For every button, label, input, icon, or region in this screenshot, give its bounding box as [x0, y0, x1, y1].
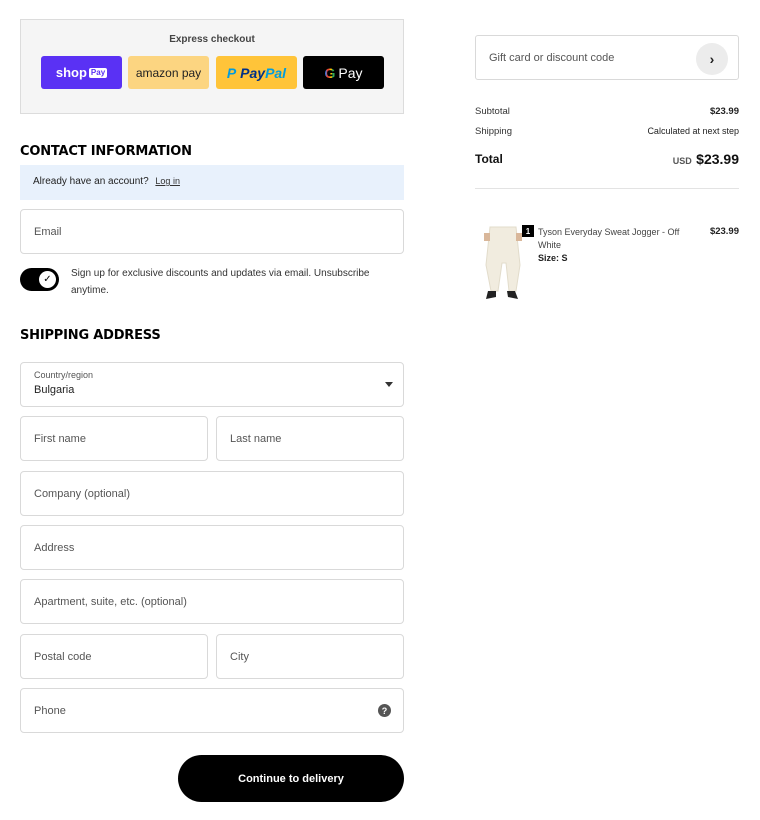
- shop-pay-word: shop: [55, 65, 87, 80]
- phone-field[interactable]: Phone ?: [20, 688, 404, 733]
- discount-code-field[interactable]: Gift card or discount code ›: [475, 35, 739, 80]
- apartment-field[interactable]: Apartment, suite, etc. (optional): [20, 579, 404, 624]
- continue-to-delivery-button[interactable]: Continue to delivery: [178, 755, 404, 802]
- amazon-pay-label: amazon pay: [135, 65, 202, 80]
- product-name: Tyson Everyday Sweat Jogger - Off White: [538, 227, 680, 250]
- first-name-field[interactable]: First name: [20, 416, 208, 461]
- email-placeholder: Email: [34, 225, 62, 238]
- quantity-badge: 1: [522, 225, 534, 237]
- product-thumbnail: [476, 225, 528, 305]
- postal-code-placeholder: Postal code: [34, 650, 92, 663]
- subtotal-label: Subtotal: [475, 106, 510, 117]
- subtotal-value: $23.99: [709, 106, 739, 117]
- chevron-down-icon: [385, 382, 393, 387]
- paypal-logo-icon: P: [226, 64, 237, 81]
- discount-code-placeholder: Gift card or discount code: [489, 51, 615, 64]
- express-checkout-panel: Express checkout shop Pay amazon pay P P…: [20, 19, 404, 114]
- google-pay-button[interactable]: G Pay: [303, 56, 384, 89]
- shop-pay-button[interactable]: shop Pay: [41, 56, 122, 89]
- amazon-pay-button[interactable]: amazon pay: [128, 56, 209, 89]
- paypal-button[interactable]: P Pay Pal: [216, 56, 297, 89]
- help-icon[interactable]: ?: [378, 704, 391, 717]
- first-name-placeholder: First name: [34, 432, 86, 445]
- shop-pay-tag: Pay: [88, 67, 108, 78]
- paypal-label-pal: Pal: [265, 64, 287, 81]
- city-field[interactable]: City: [216, 634, 404, 679]
- total-amount: USD $23.99: [600, 151, 739, 169]
- account-prompt-bar: Already have an account? Log in: [20, 165, 404, 200]
- total-label: Total: [475, 152, 503, 166]
- postal-code-field[interactable]: Postal code: [20, 634, 208, 679]
- address-field[interactable]: Address: [20, 525, 404, 570]
- product-price: $23.99: [709, 226, 739, 237]
- google-g-icon: G: [324, 64, 336, 81]
- country-select[interactable]: Country/region Bulgaria: [20, 362, 404, 407]
- company-field[interactable]: Company (optional): [20, 471, 404, 516]
- city-placeholder: City: [230, 650, 249, 663]
- login-link[interactable]: Log in: [155, 176, 180, 186]
- company-placeholder: Company (optional): [34, 487, 130, 500]
- shipping-label: Shipping: [475, 126, 512, 137]
- last-name-field[interactable]: Last name: [216, 416, 404, 461]
- marketing-opt-in-toggle[interactable]: ✓: [20, 268, 59, 291]
- summary-divider: [475, 188, 739, 189]
- email-field[interactable]: Email: [20, 209, 404, 254]
- country-label: Country/region: [34, 370, 94, 380]
- shipping-heading: SHIPPING ADDRESS: [20, 328, 161, 343]
- checkmark-icon: ✓: [39, 271, 56, 288]
- contact-heading: CONTACT INFORMATION: [20, 144, 192, 159]
- google-pay-label: Pay: [338, 64, 363, 81]
- address-placeholder: Address: [34, 541, 75, 554]
- total-currency: USD: [672, 156, 692, 166]
- product-size: Size: S: [538, 253, 568, 263]
- apartment-placeholder: Apartment, suite, etc. (optional): [34, 595, 187, 608]
- jogger-image-icon: [484, 226, 522, 299]
- express-checkout-title: Express checkout: [169, 34, 255, 45]
- country-value: Bulgaria: [34, 384, 75, 396]
- marketing-opt-in-text: Sign up for exclusive discounts and upda…: [71, 268, 370, 296]
- account-prompt-text: Already have an account?: [33, 176, 149, 187]
- apply-discount-button[interactable]: ›: [696, 43, 728, 75]
- paypal-label-pay: Pay: [240, 64, 266, 81]
- last-name-placeholder: Last name: [230, 432, 282, 445]
- phone-placeholder: Phone: [34, 704, 66, 717]
- total-value: $23.99: [696, 151, 739, 167]
- shipping-value: Calculated at next step: [647, 126, 739, 136]
